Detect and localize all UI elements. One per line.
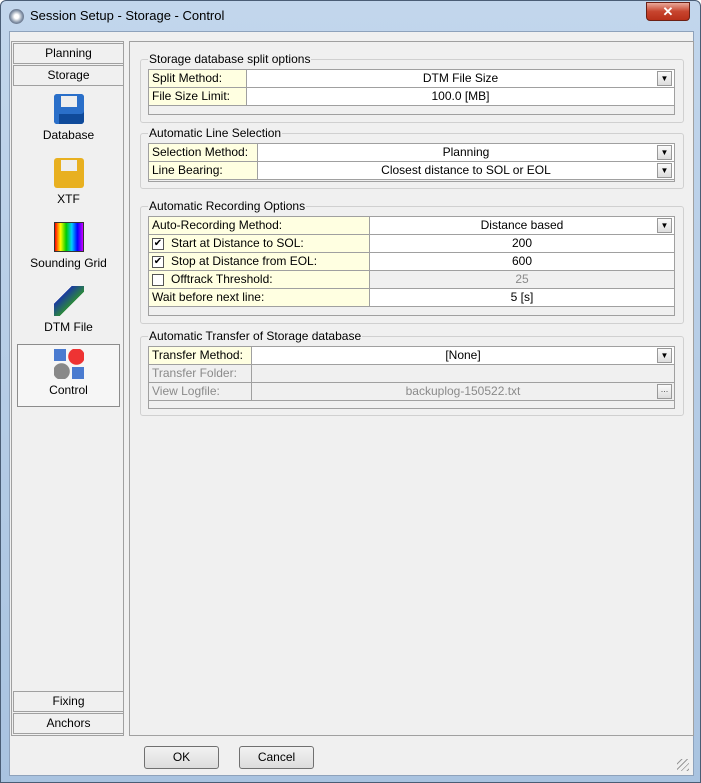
group-title: Automatic Line Selection: [148, 126, 283, 140]
property-label-cell: Offtrack Threshold:: [149, 271, 370, 288]
line-bearing-row: Line Bearing: Closest distance to SOL or …: [149, 162, 674, 180]
view-logfile-field[interactable]: backuplog-150522.txt...: [252, 383, 674, 400]
tab-fixing[interactable]: Fixing: [13, 691, 124, 712]
selection-method-dropdown[interactable]: Planning ▼: [258, 144, 674, 161]
chevron-down-icon[interactable]: ▼: [657, 218, 672, 233]
property-grid: Split Method: DTM File Size ▼ File Size Li…: [148, 69, 675, 115]
selection-method-row: Selection Method: Planning ▼: [149, 144, 674, 162]
sounding-grid-icon: [53, 222, 84, 252]
property-label: Transfer Folder:: [149, 365, 252, 382]
property-label: Offtrack Threshold:: [171, 272, 273, 286]
property-label: Split Method:: [149, 70, 247, 87]
wait-before-next-line-row: Wait before next line: 5 [s]: [149, 289, 674, 307]
window-title: Session Setup - Storage - Control: [30, 8, 225, 23]
group-title: Automatic Recording Options: [148, 199, 307, 213]
start-distance-checkbox[interactable]: ✔: [152, 237, 164, 250]
tab-planning[interactable]: Planning: [13, 43, 124, 64]
tab-anchors[interactable]: Anchors: [13, 713, 124, 734]
dropdown-value: Closest distance to SOL or EOL: [381, 163, 551, 177]
offtrack-threshold-row: Offtrack Threshold: 25: [149, 271, 674, 289]
transfer-group: Automatic Transfer of Storage database T…: [140, 329, 684, 416]
line-selection-group: Automatic Line Selection Selection Metho…: [140, 126, 684, 189]
cancel-button[interactable]: Cancel: [239, 746, 314, 769]
transfer-folder-input[interactable]: [252, 365, 674, 382]
ok-button[interactable]: OK: [144, 746, 219, 769]
app-icon: [9, 9, 24, 24]
property-grid: Transfer Method: [None] ▼ Transfer Folder:…: [148, 346, 675, 409]
chevron-down-icon[interactable]: ▼: [657, 71, 672, 86]
split-options-group: Storage database split options Split Met…: [140, 52, 684, 123]
control-icon: [53, 349, 84, 379]
group-title: Automatic Transfer of Storage database: [148, 329, 363, 343]
title-bar: Session Setup - Storage - Control ✕: [1, 1, 700, 31]
group-title: Storage database split options: [148, 52, 312, 66]
sidebar-item-label: DTM File: [44, 320, 93, 334]
dropdown-value: [None]: [445, 348, 481, 362]
wait-before-next-line-input[interactable]: 5 [s]: [370, 289, 674, 306]
property-label: File Size Limit:: [149, 88, 247, 105]
sidebar-item-label: Database: [42, 128, 95, 142]
chevron-down-icon[interactable]: ▼: [657, 163, 672, 178]
property-label: Start at Distance to SOL:: [171, 236, 304, 250]
transfer-method-dropdown[interactable]: [None] ▼: [252, 347, 674, 364]
close-button[interactable]: ✕: [646, 2, 690, 21]
logfile-name: backuplog-150522.txt: [405, 384, 521, 398]
line-bearing-dropdown[interactable]: Closest distance to SOL or EOL ▼: [258, 162, 674, 179]
transfer-method-row: Transfer Method: [None] ▼: [149, 347, 674, 365]
chevron-down-icon[interactable]: ▼: [657, 348, 672, 363]
sidebar: Planning Storage Database XTF Sounding G…: [11, 41, 124, 736]
property-grid: Selection Method: Planning ▼ Line Bearing:…: [148, 143, 675, 182]
transfer-folder-row: Transfer Folder:: [149, 365, 674, 383]
file-size-limit-row: File Size Limit: 100.0 [MB]: [149, 88, 674, 106]
sidebar-item-dtm-file[interactable]: DTM File: [17, 286, 120, 334]
property-grid: Auto-Recording Method: Distance based ▼ ✔ S…: [148, 216, 675, 316]
start-distance-row: ✔ Start at Distance to SOL: 200: [149, 235, 674, 253]
tab-storage[interactable]: Storage: [13, 65, 124, 86]
split-method-dropdown[interactable]: DTM File Size ▼: [247, 70, 674, 87]
file-size-limit-input[interactable]: 100.0 [MB]: [247, 88, 674, 105]
sidebar-item-label: Control: [49, 383, 88, 397]
stop-distance-checkbox[interactable]: ✔: [152, 255, 164, 268]
sidebar-item-xtf[interactable]: XTF: [17, 158, 120, 206]
property-label-cell: ✔ Stop at Distance from EOL:: [149, 253, 370, 270]
sidebar-item-database[interactable]: Database: [17, 94, 120, 142]
chevron-down-icon[interactable]: ▼: [657, 145, 672, 160]
content-panel: Storage database split options Split Met…: [129, 41, 694, 736]
dropdown-value: DTM File Size: [422, 71, 499, 85]
stop-distance-input[interactable]: 600: [370, 253, 674, 270]
property-label: Wait before next line:: [149, 289, 370, 306]
client-area: Planning Storage Database XTF Sounding G…: [9, 31, 694, 776]
dialog-window: Session Setup - Storage - Control ✕ Plan…: [0, 0, 701, 783]
split-method-row: Split Method: DTM File Size ▼: [149, 70, 674, 88]
sidebar-item-control[interactable]: Control: [17, 344, 120, 407]
property-label-cell: ✔ Start at Distance to SOL:: [149, 235, 370, 252]
dropdown-value: Distance based: [480, 218, 564, 232]
resize-grip[interactable]: [677, 759, 689, 771]
offtrack-threshold-input[interactable]: 25: [370, 271, 674, 288]
auto-recording-method-row: Auto-Recording Method: Distance based ▼: [149, 217, 674, 235]
property-label: Transfer Method:: [149, 347, 252, 364]
dtm-file-icon: [53, 286, 84, 316]
browse-button[interactable]: ...: [657, 384, 672, 399]
start-distance-input[interactable]: 200: [370, 235, 674, 252]
property-label: Stop at Distance from EOL:: [171, 254, 318, 268]
sidebar-item-label: XTF: [57, 192, 80, 206]
property-label: Auto-Recording Method:: [149, 217, 370, 234]
view-logfile-row: View Logfile: backuplog-150522.txt...: [149, 383, 674, 401]
floppy-disk-icon: [53, 94, 84, 124]
property-label: Line Bearing:: [149, 162, 258, 179]
property-label: View Logfile:: [149, 383, 252, 400]
stop-distance-row: ✔ Stop at Distance from EOL: 600: [149, 253, 674, 271]
floppy-disk-yellow-icon: [53, 158, 84, 188]
property-label: Selection Method:: [149, 144, 258, 161]
offtrack-threshold-checkbox[interactable]: [152, 273, 164, 286]
dropdown-value: Planning: [442, 145, 490, 159]
sidebar-item-sounding-grid[interactable]: Sounding Grid: [17, 222, 120, 270]
auto-recording-method-dropdown[interactable]: Distance based ▼: [370, 217, 674, 234]
sidebar-item-label: Sounding Grid: [30, 256, 107, 270]
recording-options-group: Automatic Recording Options Auto-Recordi…: [140, 199, 684, 324]
